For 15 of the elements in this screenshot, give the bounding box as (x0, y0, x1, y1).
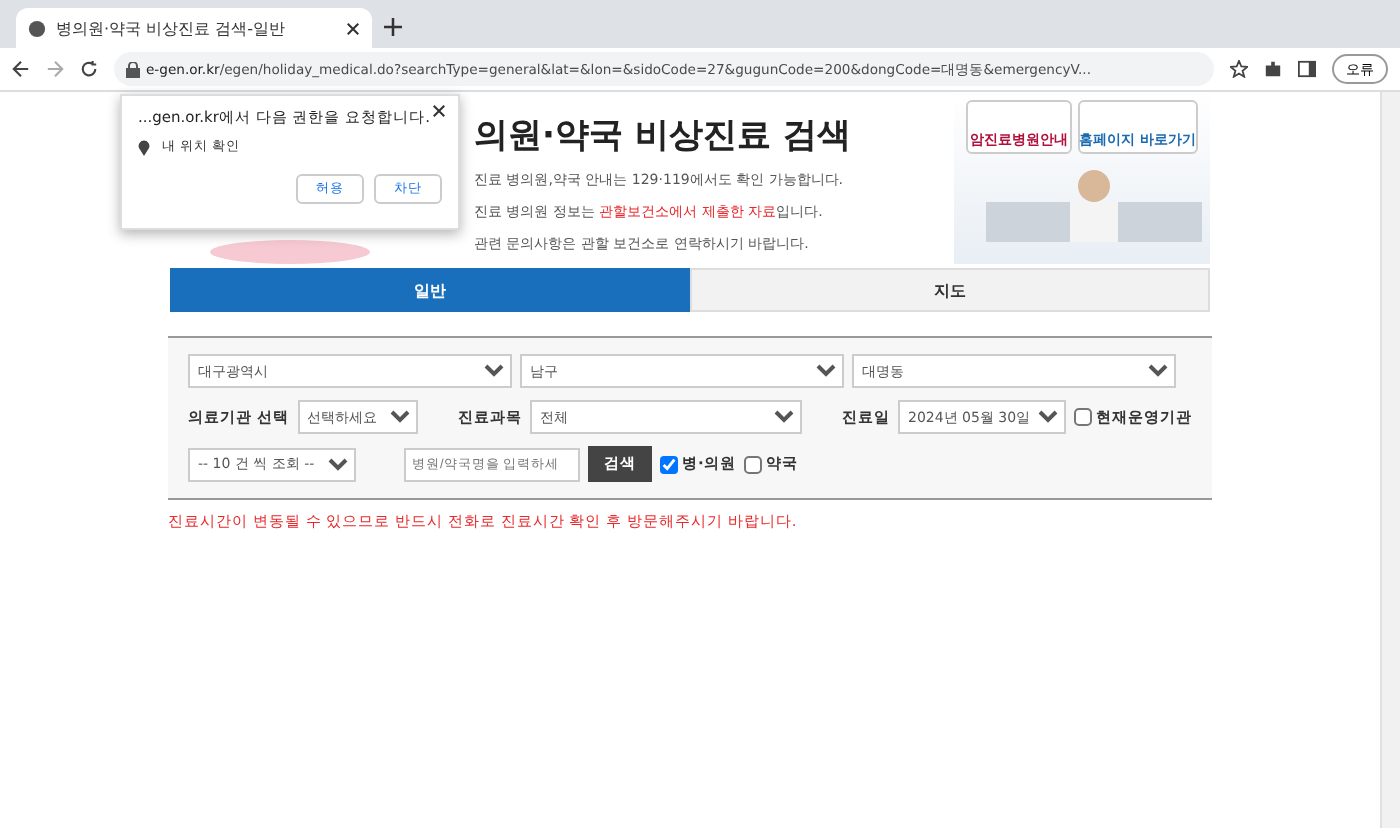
checkbox[interactable] (660, 455, 678, 473)
reload-icon[interactable] (80, 60, 98, 78)
sidebar-icon[interactable] (1298, 60, 1316, 78)
close-icon[interactable] (346, 21, 360, 35)
back-icon[interactable] (12, 60, 30, 78)
browser-tab[interactable]: 병의원·약국 비상진료 검색-일반 (16, 8, 372, 48)
location-pin-icon (138, 139, 150, 155)
checkbox[interactable] (743, 455, 762, 473)
search-tab[interactable]: 지도 (690, 268, 1210, 312)
checkbox[interactable] (1074, 408, 1092, 426)
lock-icon (126, 61, 140, 77)
search-tab[interactable]: 일반 (170, 268, 690, 312)
page-title: 의원·약국 비상진료 검색 (474, 114, 853, 158)
star-icon[interactable] (1230, 60, 1248, 78)
new-tab-icon[interactable] (384, 18, 402, 36)
